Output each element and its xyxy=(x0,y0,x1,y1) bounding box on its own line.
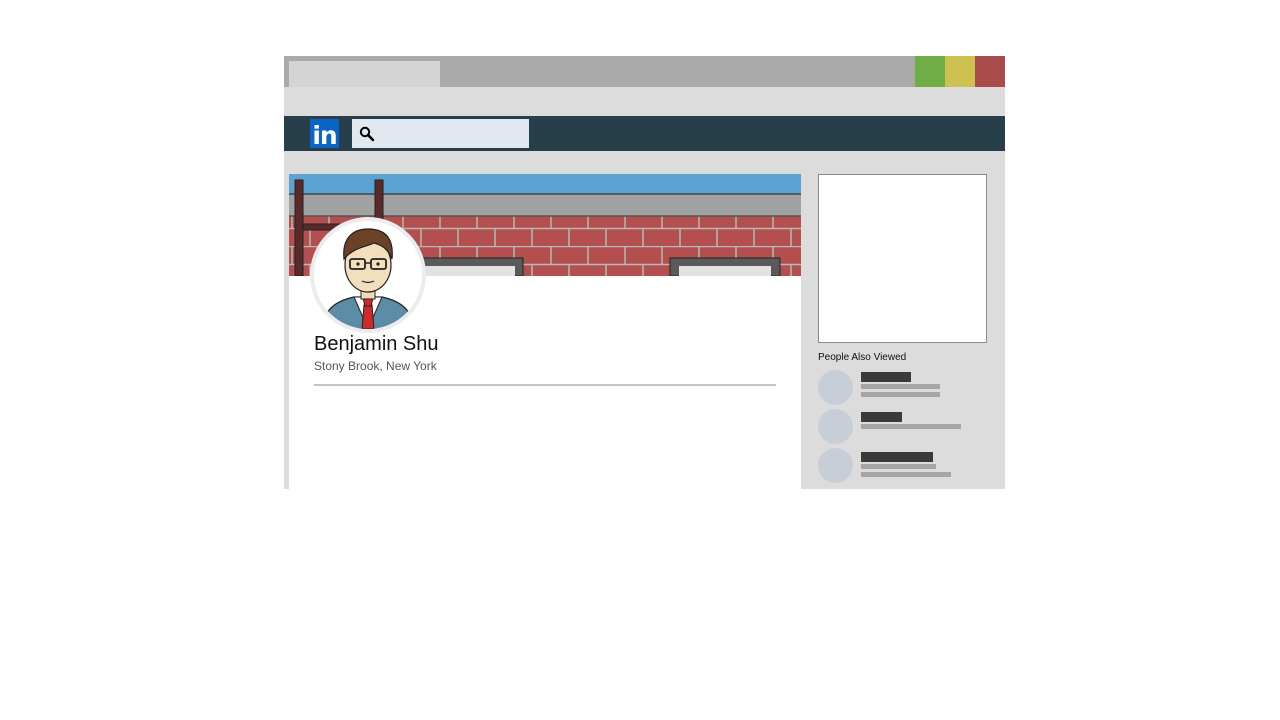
person-detail-placeholder xyxy=(861,472,951,477)
minimize-button[interactable] xyxy=(915,56,945,87)
profile-name: Benjamin Shu xyxy=(314,333,439,355)
person-name-placeholder xyxy=(861,452,933,462)
linkedin-logo[interactable]: in xyxy=(310,119,339,150)
person-name-placeholder xyxy=(861,412,902,422)
people-also-viewed-item[interactable] xyxy=(818,409,978,445)
search-input[interactable] xyxy=(380,119,525,148)
title-bar xyxy=(284,56,1005,87)
person-avatar xyxy=(818,409,853,444)
search-box[interactable] xyxy=(352,119,529,148)
person-headline-placeholder xyxy=(861,384,940,389)
person-headline-placeholder xyxy=(861,464,936,469)
person-name-placeholder xyxy=(861,372,911,382)
person-avatar xyxy=(818,448,853,483)
close-button[interactable] xyxy=(975,56,1005,87)
address-bar[interactable] xyxy=(284,87,1005,116)
avatar-illustration xyxy=(321,228,415,329)
browser-window: in Benjamin Shu Stony Brook, New York Pe… xyxy=(284,56,1005,489)
people-also-viewed-title: People Also Viewed xyxy=(818,352,907,363)
profile-card: Benjamin Shu Stony Brook, New York xyxy=(289,174,801,489)
search-icon xyxy=(359,126,375,142)
browser-tab[interactable] xyxy=(289,61,440,87)
person-detail-placeholder xyxy=(861,392,940,397)
linkedin-navbar: in xyxy=(284,116,1005,151)
person-avatar xyxy=(818,370,853,405)
profile-location: Stony Brook, New York xyxy=(314,359,437,373)
profile-avatar[interactable] xyxy=(310,217,426,333)
maximize-button[interactable] xyxy=(945,56,975,87)
person-headline-placeholder xyxy=(861,424,961,429)
people-also-viewed-item[interactable] xyxy=(818,370,978,406)
ad-placeholder[interactable] xyxy=(818,174,987,343)
people-also-viewed-item[interactable] xyxy=(818,448,978,484)
profile-divider xyxy=(314,384,776,386)
